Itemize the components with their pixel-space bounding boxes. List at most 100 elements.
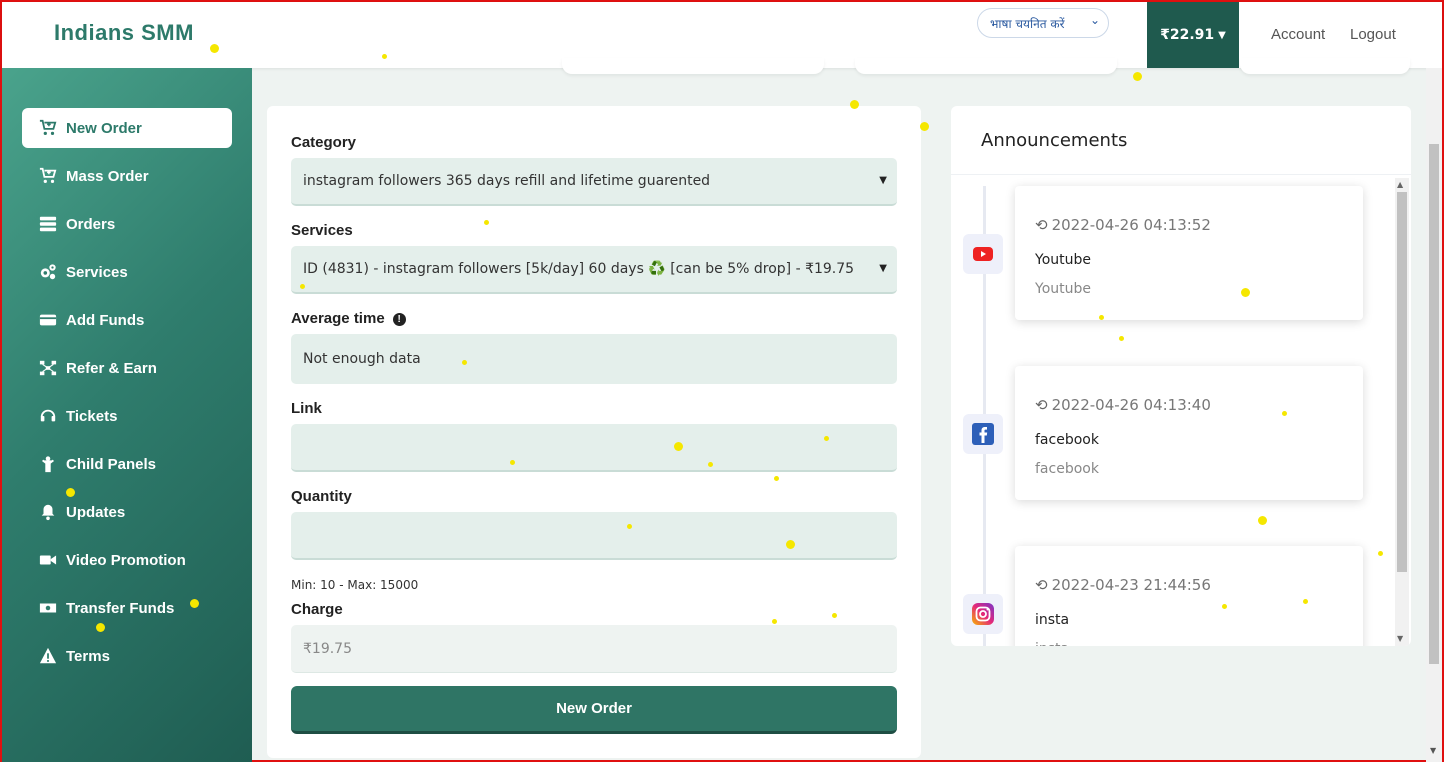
page-scrollbar[interactable]: ▼	[1426, 68, 1442, 762]
sidebar-item-services[interactable]: Services	[22, 252, 232, 292]
decor-dot	[1378, 551, 1383, 556]
sidebar-item-label: Add Funds	[66, 311, 145, 329]
announcements-title: Announcements	[981, 130, 1128, 151]
chevron-down-icon: ⌄	[1089, 13, 1100, 27]
announcement-desc: facebook	[1035, 461, 1099, 477]
sidebar-item-tickets[interactable]: Tickets	[22, 396, 232, 436]
announcement-date-text: 2022-04-26 04:13:52	[1051, 216, 1211, 234]
sidebar-item-label: Video Promotion	[66, 551, 186, 569]
stat-card	[562, 58, 824, 74]
services-select[interactable]: ID (4831) - instagram followers [5k/day]…	[291, 246, 897, 294]
announcement-name: insta	[1035, 612, 1070, 628]
decor-dot	[66, 488, 75, 497]
decor-dot	[1133, 72, 1142, 81]
scroll-up-icon[interactable]: ▲	[1397, 180, 1403, 189]
money-bill-icon	[38, 598, 58, 618]
quantity-label: Quantity	[291, 488, 352, 505]
cart-plus-icon	[38, 166, 58, 186]
decor-dot	[300, 284, 305, 289]
decor-dot	[1119, 336, 1124, 341]
sidebar-item-add-funds[interactable]: Add Funds	[22, 300, 232, 340]
decor-dot	[190, 599, 199, 608]
sidebar-item-label: Updates	[66, 503, 126, 521]
category-select[interactable]: instagram followers 365 days refill and …	[291, 158, 897, 206]
balance-value: ₹22.91	[1160, 27, 1215, 43]
announcement-date: ⟲ 2022-04-23 21:44:56	[1035, 576, 1211, 594]
info-icon[interactable]: !	[392, 312, 406, 326]
decor-dot	[210, 44, 219, 53]
scrollbar-thumb[interactable]	[1429, 144, 1439, 664]
sidebar-item-terms[interactable]: Terms	[22, 636, 232, 676]
scroll-down-icon[interactable]: ▼	[1397, 634, 1403, 643]
decor-dot	[920, 122, 929, 131]
sidebar-item-label: Services	[66, 263, 128, 281]
divider	[951, 174, 1411, 175]
average-time-value-box: Not enough data	[291, 334, 897, 384]
sidebar-item-orders[interactable]: Orders	[22, 204, 232, 244]
announcements-scrollbar[interactable]: ▲ ▼	[1395, 178, 1409, 646]
new-order-submit-button[interactable]: New Order	[291, 686, 897, 734]
announcement-name: Youtube	[1035, 252, 1091, 268]
announcement-item[interactable]: ⟲ 2022-04-26 04:13:40 facebook facebook	[1015, 366, 1363, 500]
average-time-value: Not enough data	[303, 351, 421, 367]
sidebar-item-transfer-funds[interactable]: Transfer Funds	[22, 588, 232, 628]
average-time-label-text: Average time	[291, 310, 385, 327]
brand-logo[interactable]: Indians SMM	[54, 20, 194, 46]
sidebar-item-new-order[interactable]: New Order	[22, 108, 232, 148]
history-icon: ⟲	[1035, 576, 1048, 594]
decor-dot	[1222, 604, 1227, 609]
server-icon	[38, 214, 58, 234]
youtube-icon	[963, 234, 1003, 274]
announcement-desc: insta	[1035, 641, 1069, 646]
video-icon	[38, 550, 58, 570]
decor-dot	[484, 220, 489, 225]
quantity-input[interactable]	[291, 512, 897, 560]
decor-dot	[832, 613, 837, 618]
announcement-date-text: 2022-04-23 21:44:56	[1051, 576, 1211, 594]
announcement-item[interactable]: ⟲ 2022-04-26 04:13:52 Youtube Youtube	[1015, 186, 1363, 320]
sidebar-item-refer-earn[interactable]: Refer & Earn	[22, 348, 232, 388]
history-icon: ⟲	[1035, 396, 1048, 414]
account-link[interactable]: Account	[1271, 26, 1325, 43]
history-icon: ⟲	[1035, 216, 1048, 234]
decor-dot	[708, 462, 713, 467]
cogs-icon	[38, 262, 58, 282]
category-label: Category	[291, 134, 357, 151]
bell-icon	[38, 502, 58, 522]
network-icon	[38, 358, 58, 378]
decor-dot	[774, 476, 779, 481]
announcement-desc: Youtube	[1035, 281, 1091, 297]
decor-dot	[627, 524, 632, 529]
decor-dot	[1303, 599, 1308, 604]
sidebar-item-child-panels[interactable]: Child Panels	[22, 444, 232, 484]
logout-link[interactable]: Logout	[1350, 26, 1396, 43]
decor-dot	[510, 460, 515, 465]
decor-dot	[1282, 411, 1287, 416]
charge-field: ₹19.75	[291, 625, 897, 673]
sidebar-item-label: Mass Order	[66, 167, 149, 185]
scrollbar-thumb[interactable]	[1397, 192, 1407, 572]
sidebar-item-video-promotion[interactable]: Video Promotion	[22, 540, 232, 580]
link-input[interactable]	[291, 424, 897, 472]
sidebar-item-label: Refer & Earn	[66, 359, 157, 377]
quantity-hint: Min: 10 - Max: 15000	[291, 578, 419, 592]
services-value: ID (4831) - instagram followers [5k/day]…	[303, 261, 855, 277]
caret-down-icon: ▼	[879, 263, 887, 274]
decor-dot	[1241, 288, 1250, 297]
sidebar-item-label: Orders	[66, 215, 116, 233]
language-select[interactable]: भाषा चयनित करें ⌄	[977, 8, 1109, 38]
scroll-down-icon[interactable]: ▼	[1430, 746, 1436, 755]
category-value: instagram followers 365 days refill and …	[303, 173, 711, 189]
announcement-date-text: 2022-04-26 04:13:40	[1051, 396, 1211, 414]
sidebar-item-mass-order[interactable]: Mass Order	[22, 156, 232, 196]
instagram-icon	[963, 594, 1003, 634]
decor-dot	[674, 442, 683, 451]
balance-dropdown[interactable]: ₹22.91 ▼	[1147, 2, 1239, 68]
sidebar-item-label: Transfer Funds	[66, 599, 175, 617]
new-order-form: Category instagram followers 365 days re…	[267, 106, 921, 758]
decor-dot	[462, 360, 467, 365]
announcement-item[interactable]: ⟲2022-04-23 21:44:56 insta insta	[1015, 546, 1363, 646]
sidebar-item-updates[interactable]: Updates	[22, 492, 232, 532]
credit-card-icon	[38, 310, 58, 330]
child-icon	[38, 454, 58, 474]
